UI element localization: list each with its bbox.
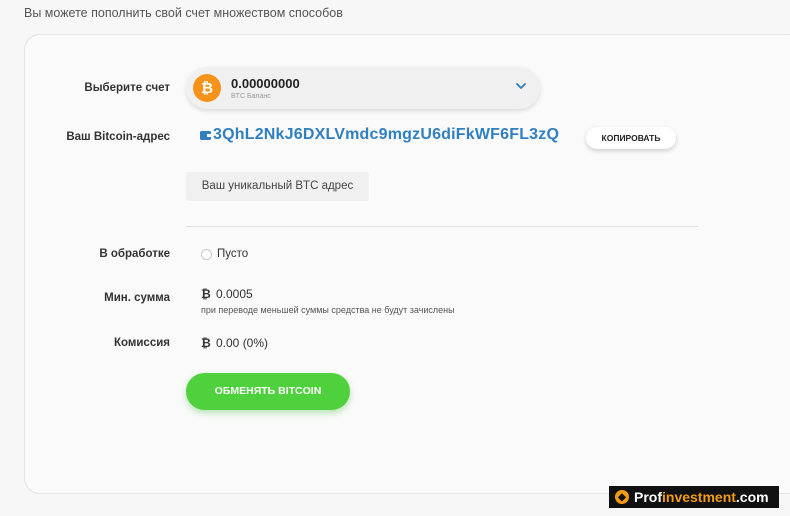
- address-label: Ваш Bitcoin-адрес: [66, 131, 170, 143]
- watermark-logo: ◆ Prof investment .com: [609, 486, 779, 508]
- balance-caption: BTC Баланс: [231, 93, 271, 100]
- copy-button[interactable]: КОПИРОВАТЬ: [586, 127, 676, 149]
- min-amount-label: Мин. сумма: [104, 292, 170, 304]
- divider: [186, 226, 698, 227]
- bitcoin-symbol-icon: ₿: [201, 287, 211, 301]
- bitcoin-address[interactable]: 3QhL2NkJ6DXLVmdc9mgzU6diFkWF6FL3zQ: [213, 126, 559, 144]
- commission-value: 0.00 (0%): [216, 336, 269, 350]
- intro-text: Вы можете пополнить свой счет множеством…: [24, 6, 343, 20]
- watermark-part-3: .com: [735, 489, 769, 505]
- wallet-icon: [200, 131, 211, 140]
- commission-label: Комиссия: [113, 337, 170, 349]
- min-amount-value: 0.0005: [216, 287, 253, 301]
- balance-value: 0.00000000: [231, 76, 300, 91]
- address-hint: Ваш уникальный BTC адрес: [186, 172, 369, 201]
- chevron-down-icon: [516, 83, 526, 89]
- processing-value: Пусто: [217, 248, 249, 260]
- watermark-part-1: Prof: [634, 489, 662, 505]
- account-label: Выберите счет: [84, 82, 170, 94]
- watermark-part-2: investment: [662, 489, 736, 505]
- processing-radio: [201, 249, 212, 260]
- min-amount-note: при переводе меньшей суммы средства не б…: [201, 305, 455, 315]
- profinvestment-icon: ◆: [615, 490, 629, 504]
- bitcoin-icon: ₿: [193, 74, 221, 102]
- account-select[interactable]: ₿ 0.00000000 BTC Баланс: [186, 67, 540, 109]
- bitcoin-symbol-icon: ₿: [201, 336, 211, 350]
- processing-label: В обработке: [99, 248, 170, 260]
- exchange-bitcoin-button[interactable]: ОБМЕНЯТЬ BITCOIN: [186, 373, 350, 410]
